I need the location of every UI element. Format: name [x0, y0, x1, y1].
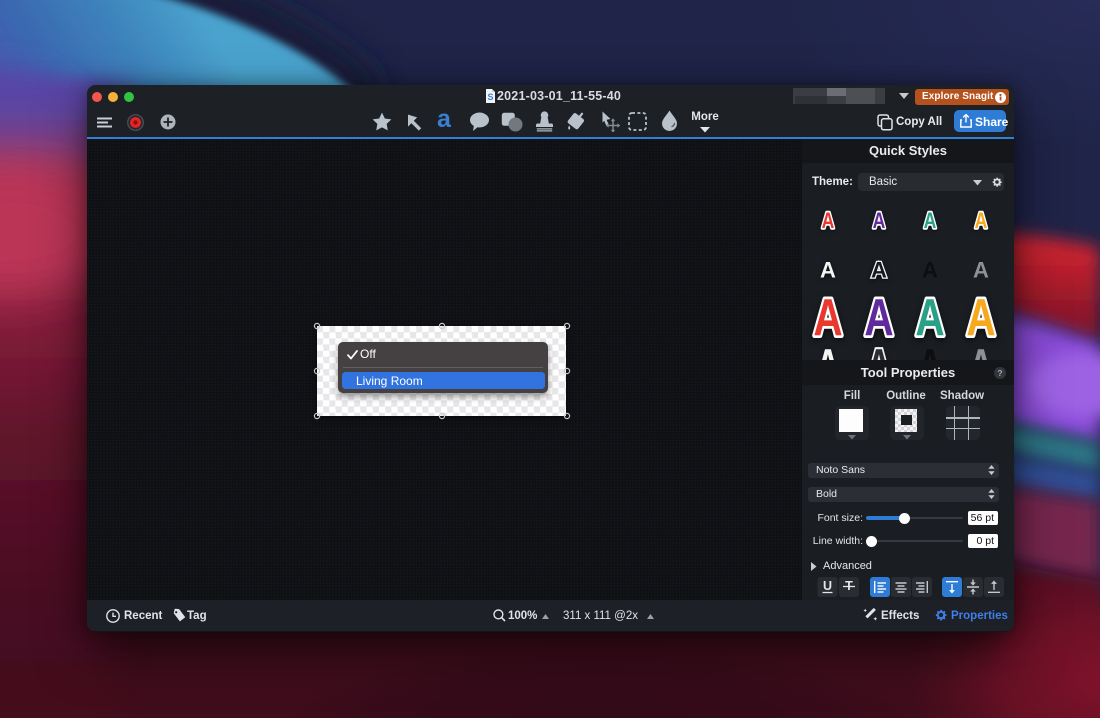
- svg-text:A: A: [864, 288, 893, 346]
- svg-text:A: A: [975, 209, 988, 233]
- svg-text:?: ?: [997, 368, 1002, 378]
- svg-text:A: A: [813, 288, 842, 346]
- svg-text:A: A: [822, 209, 835, 233]
- svg-text:A: A: [922, 258, 938, 283]
- svg-text:A: A: [820, 258, 836, 283]
- svg-text:A: A: [915, 288, 944, 346]
- svg-text:S: S: [487, 92, 493, 102]
- svg-text:A: A: [873, 209, 886, 233]
- svg-text:A: A: [973, 258, 989, 283]
- svg-text:A: A: [966, 288, 995, 346]
- svg-text:U: U: [823, 579, 832, 593]
- svg-text:A: A: [871, 258, 887, 283]
- svg-text:A: A: [924, 209, 937, 233]
